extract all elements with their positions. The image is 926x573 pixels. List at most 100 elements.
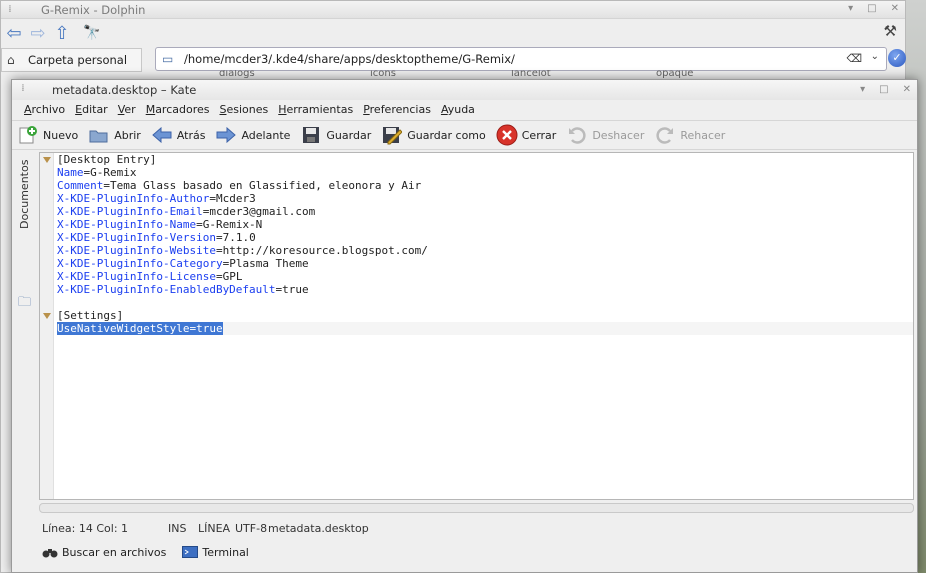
maximize-icon[interactable]: □ bbox=[879, 84, 888, 95]
menu-preferencias[interactable]: Preferencias bbox=[358, 103, 436, 116]
minimize-icon[interactable]: ▾ bbox=[860, 84, 865, 95]
dolphin-toolbar: ⇦ ⇨ ⇧ 🔭 ⚒ bbox=[1, 20, 905, 46]
kate-titlebar[interactable]: ⁞ metadata.desktop – Kate ▾ □ ✕ bbox=[12, 80, 917, 100]
code-line[interactable]: [Settings] bbox=[57, 309, 913, 322]
tab-documentos[interactable]: Documentos bbox=[18, 160, 31, 229]
code-line[interactable]: [Desktop Entry] bbox=[57, 153, 913, 166]
fold-marker-icon[interactable] bbox=[43, 157, 51, 163]
code-key: X-KDE-PluginInfo-Name bbox=[57, 218, 197, 231]
code-line[interactable]: X-KDE-PluginInfo-Name=G-Remix-N bbox=[57, 218, 913, 231]
code-value: true bbox=[282, 283, 309, 296]
go-button[interactable]: ✓ bbox=[888, 49, 906, 67]
code-value: Plasma Theme bbox=[229, 257, 309, 270]
search-in-files-button[interactable]: Buscar en archivos bbox=[42, 545, 166, 559]
forward-button[interactable]: Adelante bbox=[210, 122, 295, 148]
horizontal-scrollbar[interactable] bbox=[39, 503, 914, 513]
dolphin-title: G-Remix - Dolphin bbox=[41, 3, 146, 17]
code-line[interactable]: Comment=Tema Glass basado en Glassified,… bbox=[57, 179, 913, 192]
back-arrow-icon bbox=[151, 124, 173, 146]
column-item[interactable]: icons bbox=[370, 70, 396, 79]
documents-icon[interactable]: 🗀 bbox=[18, 293, 34, 310]
save-icon bbox=[300, 124, 322, 146]
forward-arrow-icon bbox=[215, 124, 237, 146]
places-label: Carpeta personal bbox=[28, 53, 128, 67]
maximize-icon[interactable]: □ bbox=[867, 3, 876, 14]
menu-archivo[interactable]: Archivo bbox=[19, 103, 70, 116]
text-editor[interactable]: [Desktop Entry] Name=G-Remix Comment=Tema … bbox=[39, 152, 914, 500]
line-mode[interactable]: LÍNEA bbox=[198, 522, 230, 535]
code-area[interactable]: [Desktop Entry] Name=G-Remix Comment=Tema … bbox=[57, 153, 913, 335]
minimize-icon[interactable]: ▾ bbox=[848, 3, 853, 14]
location-bar[interactable]: ▭ /home/mcder3/.kde4/share/apps/desktopt… bbox=[155, 47, 887, 71]
kate-title: metadata.desktop – Kate bbox=[52, 83, 197, 97]
code-line[interactable]: X-KDE-PluginInfo-Category=Plasma Theme bbox=[57, 257, 913, 270]
column-item[interactable]: lancelot bbox=[511, 70, 551, 79]
code-line[interactable]: X-KDE-PluginInfo-EnabledByDefault=true bbox=[57, 283, 913, 296]
undo-button[interactable]: Deshacer bbox=[561, 122, 649, 148]
tools-icon[interactable]: ⚒ bbox=[884, 22, 897, 40]
code-key: X-KDE-PluginInfo-Email bbox=[57, 205, 203, 218]
forward-arrow-icon[interactable]: ⇨ bbox=[27, 22, 49, 44]
code-line[interactable]: Name=G-Remix bbox=[57, 166, 913, 179]
column-item[interactable]: opaque bbox=[656, 70, 693, 79]
folder-icon: ▭ bbox=[162, 52, 174, 66]
code-line[interactable]: UseNativeWidgetStyle=true bbox=[57, 322, 913, 335]
code-key: Name bbox=[57, 166, 84, 179]
code-key: X-KDE-PluginInfo-Version bbox=[57, 231, 216, 244]
encoding[interactable]: UTF-8 bbox=[235, 522, 267, 535]
close-icon bbox=[496, 124, 518, 146]
window-menu-icon[interactable]: ⁞ bbox=[14, 83, 32, 94]
code-key: X-KDE-PluginInfo-Category bbox=[57, 257, 223, 270]
back-arrow-icon[interactable]: ⇦ bbox=[3, 22, 25, 44]
code-key: Comment bbox=[57, 179, 104, 192]
code-key: X-KDE-PluginInfo-Website bbox=[57, 244, 216, 257]
places-item-home[interactable]: ⌂ Carpeta personal bbox=[1, 48, 142, 72]
undo-icon bbox=[566, 124, 588, 146]
new-button[interactable]: Nuevo bbox=[12, 122, 83, 148]
menu-sesiones[interactable]: Sesiones bbox=[215, 103, 274, 116]
folder-open-icon bbox=[88, 124, 110, 146]
open-button[interactable]: Abrir bbox=[83, 122, 146, 148]
up-arrow-icon[interactable]: ⇧ bbox=[51, 22, 73, 44]
binoculars-icon[interactable]: 🔭 bbox=[81, 22, 103, 44]
menubar: Archivo Editar Ver Marcadores Sesiones H… bbox=[12, 100, 917, 119]
back-button[interactable]: Atrás bbox=[146, 122, 211, 148]
menu-ver[interactable]: Ver bbox=[113, 103, 141, 116]
code-value: Mcder3 bbox=[215, 192, 256, 205]
menu-herramientas[interactable]: Herramientas bbox=[273, 103, 358, 116]
close-button[interactable]: Cerrar bbox=[491, 122, 562, 148]
close-icon[interactable]: ✕ bbox=[903, 84, 911, 95]
save-as-icon bbox=[381, 124, 403, 146]
terminal-button[interactable]: Terminal bbox=[182, 545, 249, 559]
window-menu-icon[interactable]: ⁞ bbox=[1, 4, 19, 15]
redo-icon bbox=[654, 124, 676, 146]
fold-marker-icon[interactable] bbox=[43, 313, 51, 319]
cursor-position: Línea: 14 Col: 1 bbox=[42, 522, 129, 535]
code-value: GPL bbox=[222, 270, 243, 283]
redo-button[interactable]: Rehacer bbox=[649, 122, 730, 148]
column-item[interactable]: dialogs bbox=[219, 70, 255, 79]
code-line[interactable]: X-KDE-PluginInfo-Email=mcder3@gmail.com bbox=[57, 205, 913, 218]
side-panel-tabs: Documentos 🗀 bbox=[12, 151, 39, 501]
code-line[interactable] bbox=[57, 296, 913, 309]
save-as-button[interactable]: Guardar como bbox=[376, 122, 491, 148]
save-button[interactable]: Guardar bbox=[295, 122, 376, 148]
chevron-down-icon[interactable]: ⌄ bbox=[871, 51, 879, 62]
code-line[interactable]: X-KDE-PluginInfo-Version=7.1.0 bbox=[57, 231, 913, 244]
folding-gutter[interactable] bbox=[40, 153, 54, 499]
close-icon[interactable]: ✕ bbox=[891, 3, 899, 14]
code-line[interactable]: X-KDE-PluginInfo-Website=http://koresour… bbox=[57, 244, 913, 257]
main-toolbar: Nuevo Abrir Atrás Adelante Guardar Guard bbox=[12, 120, 917, 150]
menu-editar[interactable]: Editar bbox=[70, 103, 113, 116]
code-line[interactable]: X-KDE-PluginInfo-License=GPL bbox=[57, 270, 913, 283]
code-line[interactable]: X-KDE-PluginInfo-Author=Mcder3 bbox=[57, 192, 913, 205]
clear-location-icon[interactable]: ⌫ bbox=[846, 52, 862, 65]
code-value: Tema Glass basado en Glassified, eleonor… bbox=[109, 179, 422, 192]
code-value: G-Remix bbox=[90, 166, 137, 179]
insert-mode[interactable]: INS bbox=[168, 522, 186, 535]
code-value: G-Remix-N bbox=[202, 218, 263, 231]
dolphin-titlebar[interactable]: ⁞ G-Remix - Dolphin ▾ □ ✕ bbox=[1, 1, 905, 19]
location-path: /home/mcder3/.kde4/share/apps/desktopthe… bbox=[184, 52, 515, 66]
menu-ayuda[interactable]: Ayuda bbox=[436, 103, 480, 116]
menu-marcadores[interactable]: Marcadores bbox=[141, 103, 215, 116]
